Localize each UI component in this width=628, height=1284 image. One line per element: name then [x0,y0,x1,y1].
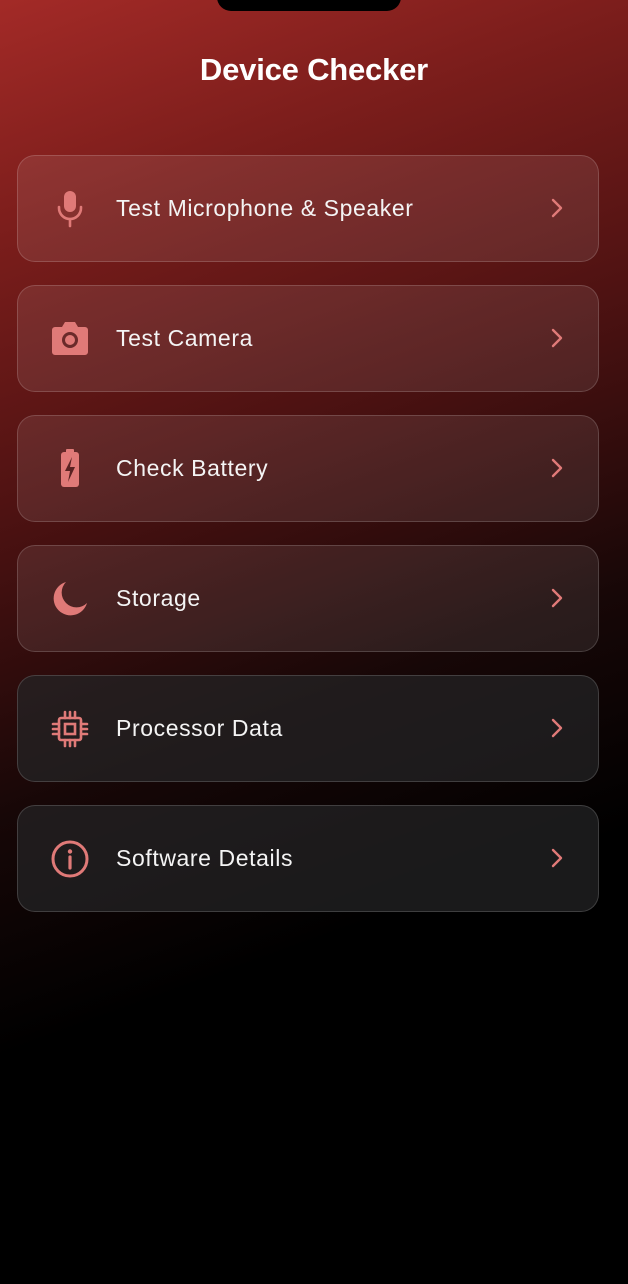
microphone-icon [50,189,90,229]
chevron-right-icon [550,717,564,739]
menu-item-battery[interactable]: Check Battery [17,415,599,522]
menu-item-software[interactable]: Software Details [17,805,599,912]
menu-item-processor[interactable]: Processor Data [17,675,599,782]
menu-item-label: Test Microphone & Speaker [116,195,414,221]
cpu-chip-icon [50,709,90,749]
chevron-right-icon [550,327,564,349]
device-notch [217,0,401,11]
device-check-menu: Test Microphone & Speaker Test Camera Ch… [17,155,599,935]
battery-charging-icon [50,449,90,489]
menu-item-label: Software Details [116,845,294,871]
menu-item-label: Test Camera [116,325,253,351]
page-title: Device Checker [199,52,429,87]
chevron-right-icon [550,587,564,609]
menu-item-label: Processor Data [116,715,283,741]
menu-item-label: Check Battery [116,455,269,481]
chevron-right-icon [550,197,564,219]
menu-item-microphone-speaker[interactable]: Test Microphone & Speaker [17,155,599,262]
info-icon [50,839,90,879]
menu-item-label: Storage [116,585,201,611]
moon-icon [50,579,90,619]
menu-item-camera[interactable]: Test Camera [17,285,599,392]
chevron-right-icon [550,457,564,479]
chevron-right-icon [550,847,564,869]
menu-item-storage[interactable]: Storage [17,545,599,652]
camera-icon [50,319,90,359]
